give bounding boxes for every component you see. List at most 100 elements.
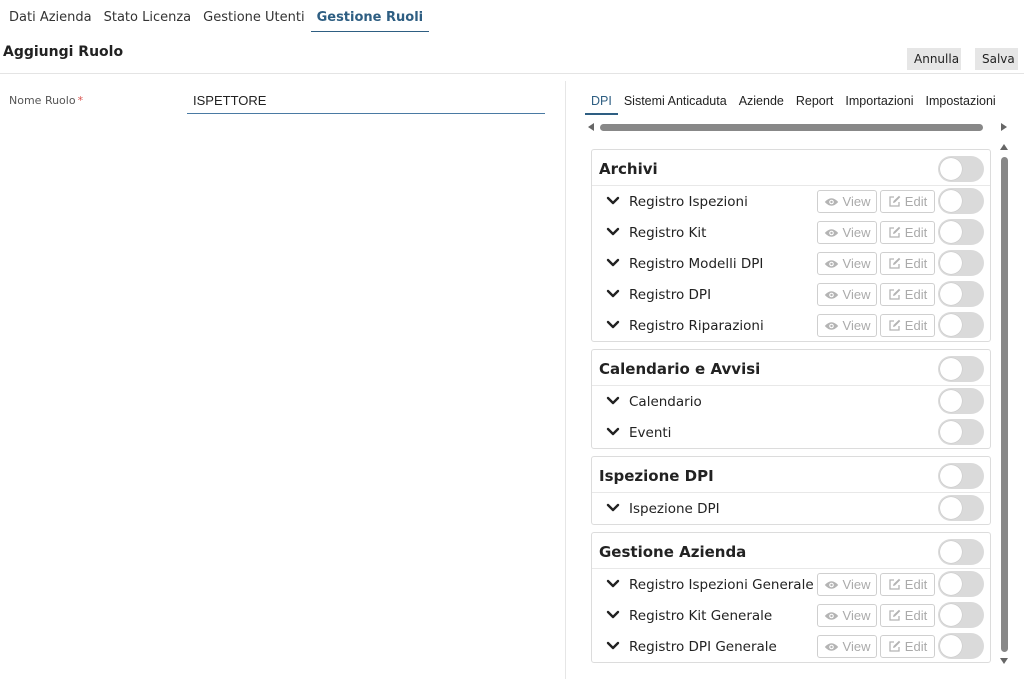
save-button[interactable]: Salva [975, 48, 1018, 70]
edit-button-label: Edit [904, 287, 928, 302]
eye-icon [824, 228, 838, 237]
chevron-down-icon[interactable] [606, 319, 620, 331]
section-rows: Calendario Eventi [592, 386, 990, 448]
eye-icon [824, 290, 838, 299]
toggle-knob [940, 252, 962, 274]
permission-toggle[interactable] [938, 312, 984, 338]
edit-button[interactable]: Edit [880, 283, 935, 306]
tabs-horizontal-scrollbar[interactable] [588, 121, 1008, 135]
toggle-knob [940, 358, 962, 380]
subtab-importazioni[interactable]: Importazioni [839, 88, 919, 115]
toggle-knob [940, 158, 962, 180]
view-button-label: View [842, 256, 871, 271]
view-button[interactable]: View [817, 635, 877, 658]
view-button[interactable]: View [817, 314, 877, 337]
toggle-knob [940, 573, 962, 595]
section-title: Calendario e Avvisi [599, 360, 761, 378]
view-button-label: View [842, 608, 871, 623]
tab-gestione-utenti[interactable]: Gestione Utenti [197, 0, 310, 32]
section-rows: Ispezione DPI [592, 493, 990, 524]
permission-toggle[interactable] [938, 188, 984, 214]
sections-vertical-scrollbar[interactable] [999, 144, 1011, 668]
view-button[interactable]: View [817, 252, 877, 275]
permission-label: Registro DPI Generale [629, 639, 777, 655]
permission-row: Registro Kit Generale View Edit [592, 600, 990, 631]
chevron-down-icon[interactable] [606, 426, 620, 438]
tab-gestione-ruoli[interactable]: Gestione Ruoli [310, 0, 430, 32]
edit-button[interactable]: Edit [880, 252, 935, 275]
permission-row: Calendario [592, 386, 990, 417]
section-header: Gestione Azienda [592, 533, 990, 569]
edit-icon [889, 257, 901, 269]
chevron-down-icon[interactable] [606, 609, 620, 621]
permission-label: Ispezione DPI [629, 501, 720, 517]
view-button[interactable]: View [817, 604, 877, 627]
scroll-down-arrow-icon[interactable] [1000, 658, 1008, 664]
chevron-down-icon[interactable] [606, 640, 620, 652]
chevron-down-icon[interactable] [606, 502, 620, 514]
scroll-left-arrow-icon[interactable] [588, 123, 594, 131]
section-toggle[interactable] [938, 463, 984, 489]
view-button[interactable]: View [817, 221, 877, 244]
section-title: Ispezione DPI [599, 467, 714, 485]
edit-button[interactable]: Edit [880, 635, 935, 658]
edit-icon [889, 195, 901, 207]
eye-icon [824, 259, 838, 268]
chevron-down-icon[interactable] [606, 395, 620, 407]
edit-icon [889, 226, 901, 238]
tab-dati-azienda[interactable]: Dati Azienda [0, 0, 98, 32]
permission-section: Calendario e Avvisi Calendario Eventi [591, 349, 991, 449]
permission-toggle[interactable] [938, 250, 984, 276]
permission-row: Ispezione DPI [592, 493, 990, 524]
edit-button[interactable]: Edit [880, 190, 935, 213]
toggle-knob [940, 314, 962, 336]
subtab-impostazioni[interactable]: Impostazioni [920, 88, 1002, 115]
edit-icon [889, 609, 901, 621]
section-rows: Registro Ispezioni View Edit Registro Ki… [592, 186, 990, 341]
chevron-down-icon[interactable] [606, 195, 620, 207]
edit-button[interactable]: Edit [880, 314, 935, 337]
role-name-input[interactable] [187, 88, 545, 114]
edit-button-label: Edit [904, 639, 928, 654]
permission-toggle[interactable] [938, 419, 984, 445]
chevron-down-icon[interactable] [606, 578, 620, 590]
section-toggle[interactable] [938, 356, 984, 382]
chevron-down-icon[interactable] [606, 288, 620, 300]
horizontal-scroll-thumb[interactable] [600, 124, 983, 131]
edit-button-label: Edit [904, 577, 928, 592]
edit-button[interactable]: Edit [880, 573, 935, 596]
subtab-sistemi-anticaduta[interactable]: Sistemi Anticaduta [618, 88, 733, 115]
scroll-up-arrow-icon[interactable] [1000, 144, 1008, 150]
permission-label: Registro Ispezioni Generale [629, 577, 814, 593]
permission-toggle[interactable] [938, 495, 984, 521]
permission-toggle[interactable] [938, 219, 984, 245]
subtab-dpi[interactable]: DPI [585, 88, 618, 115]
permission-row: Registro Riparazioni View Edit [592, 310, 990, 341]
cancel-button[interactable]: Annulla [907, 48, 961, 70]
view-button[interactable]: View [817, 283, 877, 306]
toggle-knob [940, 221, 962, 243]
tab-stato-licenza[interactable]: Stato Licenza [98, 0, 198, 32]
permission-toggle[interactable] [938, 571, 984, 597]
subtab-aziende[interactable]: Aziende [733, 88, 790, 115]
subtab-report[interactable]: Report [790, 88, 840, 115]
permission-toggle[interactable] [938, 633, 984, 659]
vertical-scroll-thumb[interactable] [1001, 157, 1008, 652]
edit-button-label: Edit [904, 256, 928, 271]
chevron-down-icon[interactable] [606, 226, 620, 238]
permission-toggle[interactable] [938, 602, 984, 628]
permission-label: Calendario [629, 394, 702, 410]
eye-icon [824, 197, 838, 206]
permission-toggle[interactable] [938, 388, 984, 414]
scroll-right-arrow-icon[interactable] [1001, 123, 1007, 131]
section-toggle[interactable] [938, 539, 984, 565]
eye-icon [824, 642, 838, 651]
edit-button[interactable]: Edit [880, 221, 935, 244]
section-toggle[interactable] [938, 156, 984, 182]
edit-button-label: Edit [904, 225, 928, 240]
edit-button[interactable]: Edit [880, 604, 935, 627]
view-button[interactable]: View [817, 573, 877, 596]
view-button[interactable]: View [817, 190, 877, 213]
chevron-down-icon[interactable] [606, 257, 620, 269]
permission-toggle[interactable] [938, 281, 984, 307]
